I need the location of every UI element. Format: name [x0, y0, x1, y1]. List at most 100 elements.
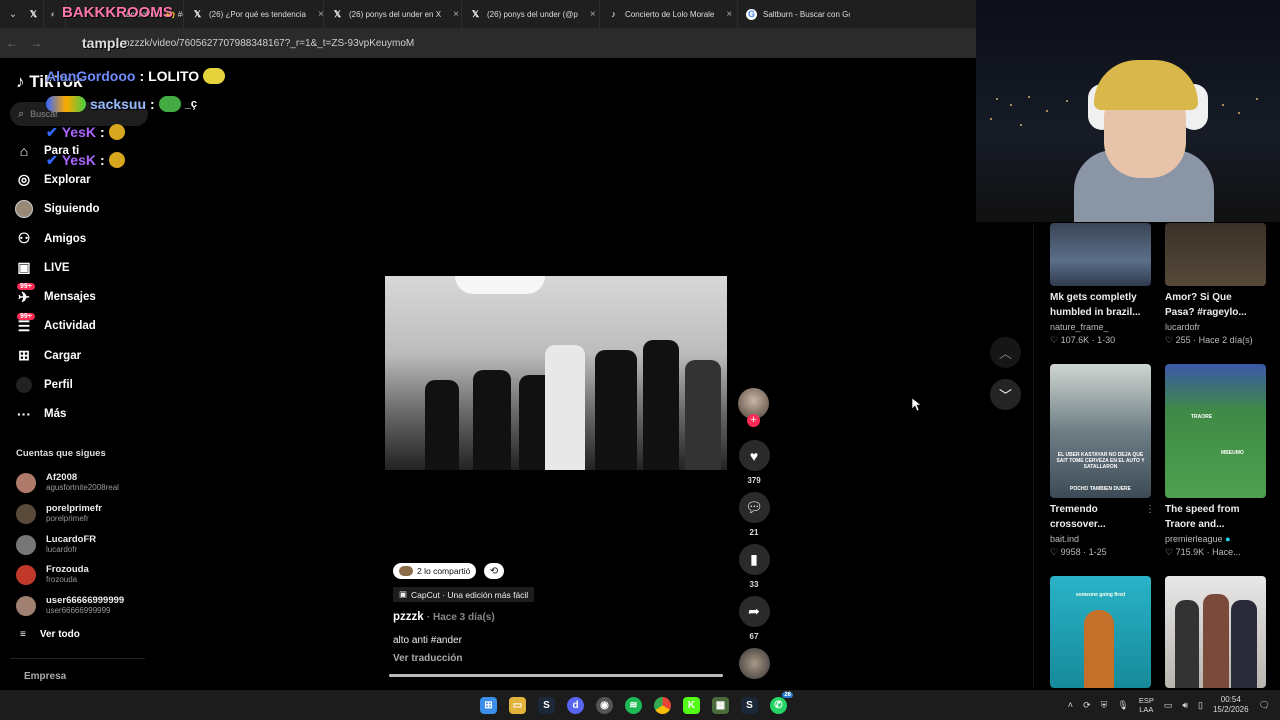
- whatsapp-icon[interactable]: ✆ 26: [770, 691, 793, 714]
- comment-icon[interactable]: 💬︎: [738, 492, 770, 523]
- tab-search-chevron-icon[interactable]: ⌄: [0, 0, 26, 28]
- share-action[interactable]: ➦ 67: [738, 596, 770, 641]
- rec-card[interactable]: Amor? Si Que Pasa? #rageylo... lucardofr…: [1165, 223, 1266, 346]
- rec-stats: ♡ 255 · Hace 2 día(s): [1165, 335, 1266, 346]
- like-action[interactable]: ♥ 379: [738, 440, 770, 485]
- nav-item-live[interactable]: ▣ LIVE: [14, 253, 100, 282]
- back-icon[interactable]: ←: [6, 36, 18, 50]
- chat-text: LOLITO: [148, 68, 200, 84]
- rec-card[interactable]: EL UBER KASTAYAR NO DEJA QUE SAIT TOME C…: [1050, 364, 1155, 558]
- following-account[interactable]: porelprimefr porelprimefr: [16, 499, 124, 530]
- rec-thumbnail[interactable]: [1165, 223, 1266, 286]
- profile-icon: [14, 377, 34, 394]
- rec-stats: ♡ 9958 · 1-25: [1050, 547, 1151, 558]
- close-tab-icon[interactable]: ×: [584, 9, 596, 20]
- rec-thumbnail[interactable]: EL UBER KASTAYAR NO DEJA QUE SAIT TOME C…: [1050, 364, 1151, 498]
- following-account[interactable]: Frozouda frozouda: [16, 560, 124, 591]
- browser-tab[interactable]: G Saltburn - Buscar con Go: [738, 0, 850, 28]
- search-box[interactable]: ⌕: [10, 102, 148, 126]
- see-all-link[interactable]: ≡ Ver todo: [20, 629, 80, 640]
- author-avatar[interactable]: +: [738, 388, 769, 427]
- comment-action[interactable]: 💬︎ 21: [738, 492, 770, 537]
- rec-card[interactable]: TRAORE MBEUMO The speed from Traore and.…: [1165, 364, 1266, 558]
- nav-item-actividad[interactable]: ☰ 99+ Actividad: [14, 312, 100, 341]
- more-options-icon[interactable]: ⋮: [1145, 504, 1155, 515]
- browser-tab[interactable]: 𝕏 (26) ponys del under en X ×: [324, 0, 462, 28]
- rec-card[interactable]: someone going fired: [1050, 576, 1151, 688]
- follow-plus-icon[interactable]: +: [747, 414, 760, 427]
- nav-item-explorar[interactable]: ◎ Explorar: [14, 165, 100, 194]
- obs-icon[interactable]: ◉: [596, 696, 613, 714]
- rec-title: Mk gets completly humbled in brazil...: [1050, 292, 1141, 318]
- sync-icon[interactable]: ⟳: [1083, 700, 1091, 711]
- video-progress-bar[interactable]: [389, 674, 723, 677]
- music-disc-icon[interactable]: [738, 648, 770, 679]
- translate-link[interactable]: Ver traducción: [393, 653, 462, 664]
- nav-item-mas[interactable]: ··· Más: [14, 400, 100, 429]
- speaker-icon[interactable]: 🔊︎: [1182, 700, 1188, 711]
- rec-thumbnail[interactable]: someone going fired: [1050, 576, 1151, 688]
- kick-icon[interactable]: K: [683, 696, 700, 714]
- close-tab-icon[interactable]: ×: [447, 9, 459, 20]
- nav-item-cargar[interactable]: ⊞ Cargar: [14, 341, 100, 370]
- nav-item-para-ti[interactable]: ⌂ Para ti: [14, 136, 100, 165]
- browser-tab[interactable]: 𝕏 (26) ponys del under (@p ×: [462, 0, 600, 28]
- steam-icon[interactable]: S: [538, 696, 555, 714]
- share-icon[interactable]: ➦: [738, 596, 770, 627]
- spotify-icon[interactable]: ≋: [625, 696, 642, 714]
- capcut-icon: ▣: [399, 589, 408, 599]
- following-account[interactable]: LucardoFR lucardofr: [16, 529, 124, 560]
- close-tab-icon[interactable]: ×: [312, 9, 323, 20]
- save-action[interactable]: ▮ 33: [738, 544, 770, 589]
- shield-icon[interactable]: ⛨: [1101, 700, 1108, 711]
- browser-tab[interactable]: ♪ Concierto de Lolo Morale ×: [600, 0, 738, 28]
- tiktok-logo[interactable]: ♪ TikTok: [16, 72, 82, 92]
- file-explorer-icon[interactable]: ▭: [509, 696, 526, 714]
- capcut-link[interactable]: ▣ CapCut · Una edición más fácil: [393, 587, 535, 602]
- mic-icon[interactable]: 🎙︎: [1117, 700, 1128, 711]
- rec-stats-text: 715.9K · Hace...: [1175, 547, 1241, 557]
- browser-tab[interactable]: 𝕏: [26, 0, 44, 28]
- chrome-icon[interactable]: [654, 696, 671, 714]
- windows-start-icon[interactable]: ⊞: [480, 696, 497, 714]
- close-tab-icon[interactable]: ×: [720, 9, 732, 20]
- heart-icon[interactable]: ♥: [738, 440, 770, 471]
- rec-thumbnail[interactable]: [1050, 223, 1151, 286]
- next-video-button[interactable]: ﹀: [990, 379, 1021, 410]
- rec-thumbnail[interactable]: TRAORE MBEUMO: [1165, 364, 1266, 498]
- bookmark-icon[interactable]: ▮: [738, 544, 770, 575]
- forward-icon[interactable]: →: [30, 36, 42, 50]
- nav-item-siguiendo[interactable]: Siguiendo: [14, 195, 100, 224]
- url-field[interactable]: …pzzzk/video/7605627707988348167?_r=1&_t…: [114, 38, 414, 49]
- previous-video-button[interactable]: ︿: [990, 337, 1021, 368]
- nav-item-mensajes[interactable]: ✈ 99+ Mensajes: [14, 282, 100, 311]
- company-link[interactable]: Empresa: [24, 671, 66, 682]
- discord-icon[interactable]: d: [567, 696, 584, 714]
- following-account[interactable]: Af2008 agusfortnite2008real: [16, 468, 124, 499]
- shared-by-pill[interactable]: 2 lo compartió: [393, 563, 477, 579]
- nav-item-amigos[interactable]: ⚇ Amigos: [14, 224, 100, 253]
- rec-thumbnail[interactable]: [1165, 576, 1266, 688]
- avatar-icon: [14, 200, 34, 219]
- repost-icon[interactable]: ⟲: [484, 563, 504, 579]
- notification-icon[interactable]: 🗨︎: [1259, 700, 1270, 711]
- steam-icon-2[interactable]: S: [741, 696, 758, 714]
- account-name: Af2008: [46, 472, 78, 484]
- video-player[interactable]: [385, 276, 727, 470]
- following-account[interactable]: user66666999999 user66666999999: [16, 591, 124, 622]
- rec-card[interactable]: Mk gets completly humbled in brazil... n…: [1050, 223, 1151, 346]
- nav-label: Cargar: [44, 349, 82, 362]
- music-disc[interactable]: [738, 648, 770, 679]
- rec-card[interactable]: [1165, 576, 1266, 688]
- video-author[interactable]: pzzzk · Hace 3 día(s): [393, 611, 495, 623]
- search-input[interactable]: [30, 109, 131, 119]
- browser-tab[interactable]: 𝕏 (26) ¿Por qué es tendencia ×: [184, 0, 324, 28]
- network-icon[interactable]: ▭: [1164, 700, 1173, 711]
- minecraft-icon[interactable]: ▦: [712, 696, 729, 714]
- nav-item-perfil[interactable]: Perfil: [14, 370, 100, 399]
- live-icon: ▣: [17, 259, 31, 276]
- language-indicator[interactable]: ESP LAA: [1139, 696, 1154, 714]
- clock[interactable]: 00:54 15/2/2026: [1213, 695, 1249, 715]
- battery-icon[interactable]: ▯: [1198, 700, 1203, 711]
- chevron-up-icon[interactable]: ˄: [1068, 700, 1073, 710]
